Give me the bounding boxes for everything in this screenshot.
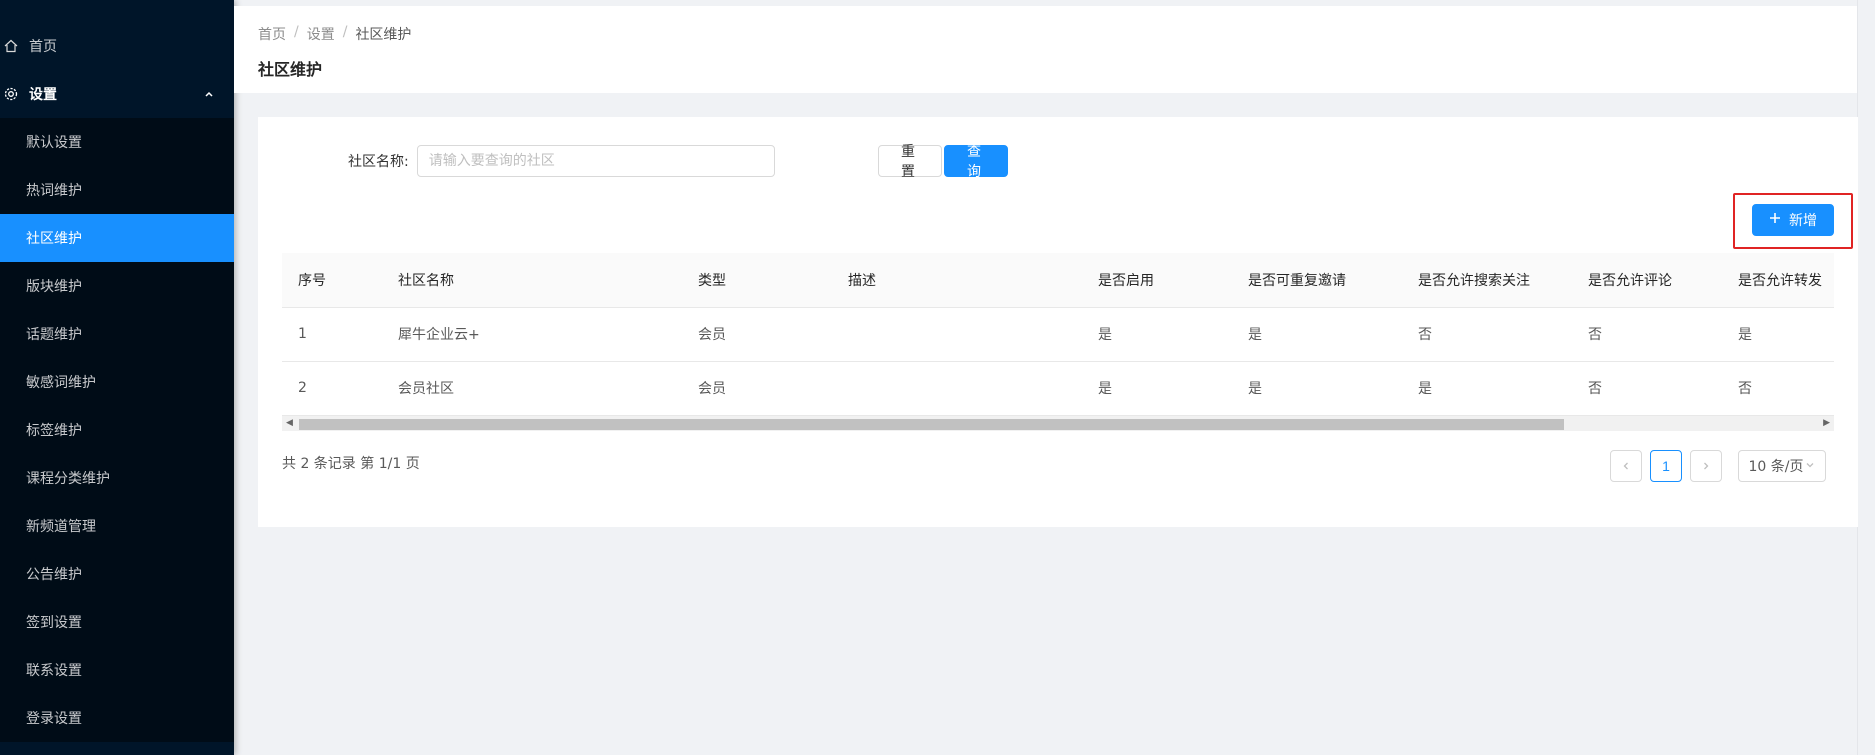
settings-submenu: 默认设置 热词维护 社区维护 版块维护 话题维护 敏感词维护 标签维护 课程分类… — [0, 118, 234, 742]
chevron-up-icon — [204, 87, 214, 103]
community-table: 序号 社区名称 类型 描述 是否启用 是否可重复邀请 是否允许搜索关注 是否允许… — [282, 253, 1834, 433]
cell-allow-search: 否 — [1402, 307, 1572, 362]
home-icon — [3, 38, 19, 54]
sidebar-item-announcements[interactable]: 公告维护 — [0, 550, 234, 598]
sidebar-item-login[interactable]: 登录设置 — [0, 694, 234, 742]
cell-allow-comment: 否 — [1572, 307, 1722, 362]
col-header-repeat-invite: 是否可重复邀请 — [1232, 253, 1402, 308]
chevron-left-icon — [1621, 458, 1631, 474]
cell-type: 会员 — [682, 361, 832, 416]
cell-description — [832, 361, 1082, 416]
col-header-allow-comment: 是否允许评论 — [1572, 253, 1722, 308]
breadcrumb-current: 社区维护 — [355, 27, 412, 43]
page-scrollbar[interactable] — [1857, 0, 1875, 755]
sidebar-item-label: 登录设置 — [26, 711, 82, 727]
scrollbar-thumb[interactable] — [299, 419, 1564, 430]
cell-allow-forward: 否 — [1722, 361, 1834, 416]
sidebar-item-contact[interactable]: 联系设置 — [0, 646, 234, 694]
table-horizontal-scrollbar[interactable]: ◀ ▶ — [282, 415, 1834, 431]
breadcrumb-settings[interactable]: 设置 — [307, 24, 335, 44]
cell-index: 1 — [282, 307, 382, 362]
cell-allow-forward: 是 — [1722, 307, 1834, 362]
page-title: 社区维护 — [258, 60, 323, 79]
community-name-input[interactable] — [416, 145, 775, 177]
sidebar-item-label: 版块维护 — [26, 279, 82, 295]
sidebar: 首页 设置 默认设置 热词维护 社区维护 版块维护 话题维护 敏感词维护 标签维… — [0, 0, 234, 755]
col-header-description: 描述 — [832, 253, 1082, 308]
gear-icon — [3, 86, 19, 102]
chevron-right-icon — [1701, 458, 1711, 474]
query-button[interactable]: 查询 — [944, 144, 1008, 180]
breadcrumb: 首页 / 设置 / 社区维护 — [258, 24, 1875, 44]
cell-enabled: 是 — [1082, 361, 1232, 416]
content-card: 社区名称: 重置 查询 新增 序号 社区名称 类型 描述 是否启用 是否可重复邀 — [258, 117, 1858, 527]
sidebar-item-label: 默认设置 — [26, 135, 82, 151]
cell-allow-comment: 否 — [1572, 361, 1722, 416]
col-header-type: 类型 — [682, 253, 832, 308]
col-header-enabled: 是否启用 — [1082, 253, 1232, 308]
sidebar-item-label: 联系设置 — [26, 663, 82, 679]
cell-type: 会员 — [682, 307, 832, 362]
page-number-button[interactable]: 1 — [1650, 450, 1682, 482]
table-row[interactable]: 1 犀牛企业云+ 会员 是 是 否 否 是 — [282, 307, 1834, 362]
next-page-button[interactable] — [1690, 450, 1722, 482]
sidebar-item-tags[interactable]: 标签维护 — [0, 406, 234, 454]
sidebar-item-home[interactable]: 首页 — [0, 22, 234, 70]
page-size-select[interactable]: 10 条/页 — [1738, 450, 1826, 482]
col-header-allow-search: 是否允许搜索关注 — [1402, 253, 1572, 308]
search-row: 社区名称: — [348, 145, 775, 177]
reset-button[interactable]: 重置 — [878, 144, 942, 180]
col-header-name: 社区名称 — [382, 253, 682, 308]
cell-index: 2 — [282, 361, 382, 416]
sidebar-item-sections[interactable]: 版块维护 — [0, 262, 234, 310]
sidebar-item-label: 话题维护 — [26, 327, 82, 343]
sidebar-home-label: 首页 — [29, 39, 57, 55]
cell-name: 会员社区 — [382, 361, 682, 416]
sidebar-item-label: 课程分类维护 — [26, 471, 110, 487]
search-label: 社区名称: — [348, 154, 409, 170]
cell-repeat-invite: 是 — [1232, 307, 1402, 362]
sidebar-item-label: 社区维护 — [26, 231, 82, 247]
breadcrumb-separator: / — [294, 24, 299, 40]
page-header: 首页 / 设置 / 社区维护 社区维护 — [234, 6, 1875, 93]
cell-name: 犀牛企业云+ — [382, 307, 682, 362]
col-header-index: 序号 — [282, 253, 382, 308]
breadcrumb-home[interactable]: 首页 — [258, 24, 286, 44]
sidebar-group-label: 设置 — [29, 87, 57, 103]
add-button-label: 新增 — [1789, 213, 1817, 229]
sidebar-group-settings[interactable]: 设置 — [0, 70, 234, 118]
sidebar-item-label: 签到设置 — [26, 615, 82, 631]
plus-icon — [1769, 212, 1781, 228]
cell-allow-search: 是 — [1402, 361, 1572, 416]
sidebar-item-sensitive-words[interactable]: 敏感词维护 — [0, 358, 234, 406]
sidebar-item-checkin[interactable]: 签到设置 — [0, 598, 234, 646]
prev-page-button[interactable] — [1610, 450, 1642, 482]
sidebar-item-label: 热词维护 — [26, 183, 82, 199]
chevron-down-icon — [1805, 458, 1815, 474]
scroll-left-icon[interactable]: ◀ — [286, 418, 293, 428]
cell-enabled: 是 — [1082, 307, 1232, 362]
table-row[interactable]: 2 会员社区 会员 是 是 是 否 否 — [282, 361, 1834, 416]
sidebar-item-label: 敏感词维护 — [26, 375, 96, 391]
table-header-row: 序号 社区名称 类型 描述 是否启用 是否可重复邀请 是否允许搜索关注 是否允许… — [282, 253, 1834, 308]
cell-description — [832, 307, 1082, 362]
sidebar-item-default-settings[interactable]: 默认设置 — [0, 118, 234, 166]
sidebar-item-label: 新频道管理 — [26, 519, 96, 535]
page-size-value: 10 条/页 — [1748, 459, 1804, 475]
sidebar-item-channels[interactable]: 新频道管理 — [0, 502, 234, 550]
add-button[interactable]: 新增 — [1752, 204, 1834, 236]
sidebar-item-label: 公告维护 — [26, 567, 82, 583]
sidebar-item-community[interactable]: 社区维护 — [0, 214, 234, 262]
col-header-allow-forward: 是否允许转发 — [1722, 253, 1834, 308]
sidebar-item-hotwords[interactable]: 热词维护 — [0, 166, 234, 214]
records-summary: 共 2 条记录 第 1/1 页 — [282, 456, 420, 472]
breadcrumb-separator: / — [342, 24, 348, 40]
cell-repeat-invite: 是 — [1232, 361, 1402, 416]
sidebar-item-course-categories[interactable]: 课程分类维护 — [0, 454, 234, 502]
sidebar-item-label: 标签维护 — [26, 423, 82, 439]
sidebar-item-topics[interactable]: 话题维护 — [0, 310, 234, 358]
scroll-right-icon[interactable]: ▶ — [1823, 418, 1830, 428]
